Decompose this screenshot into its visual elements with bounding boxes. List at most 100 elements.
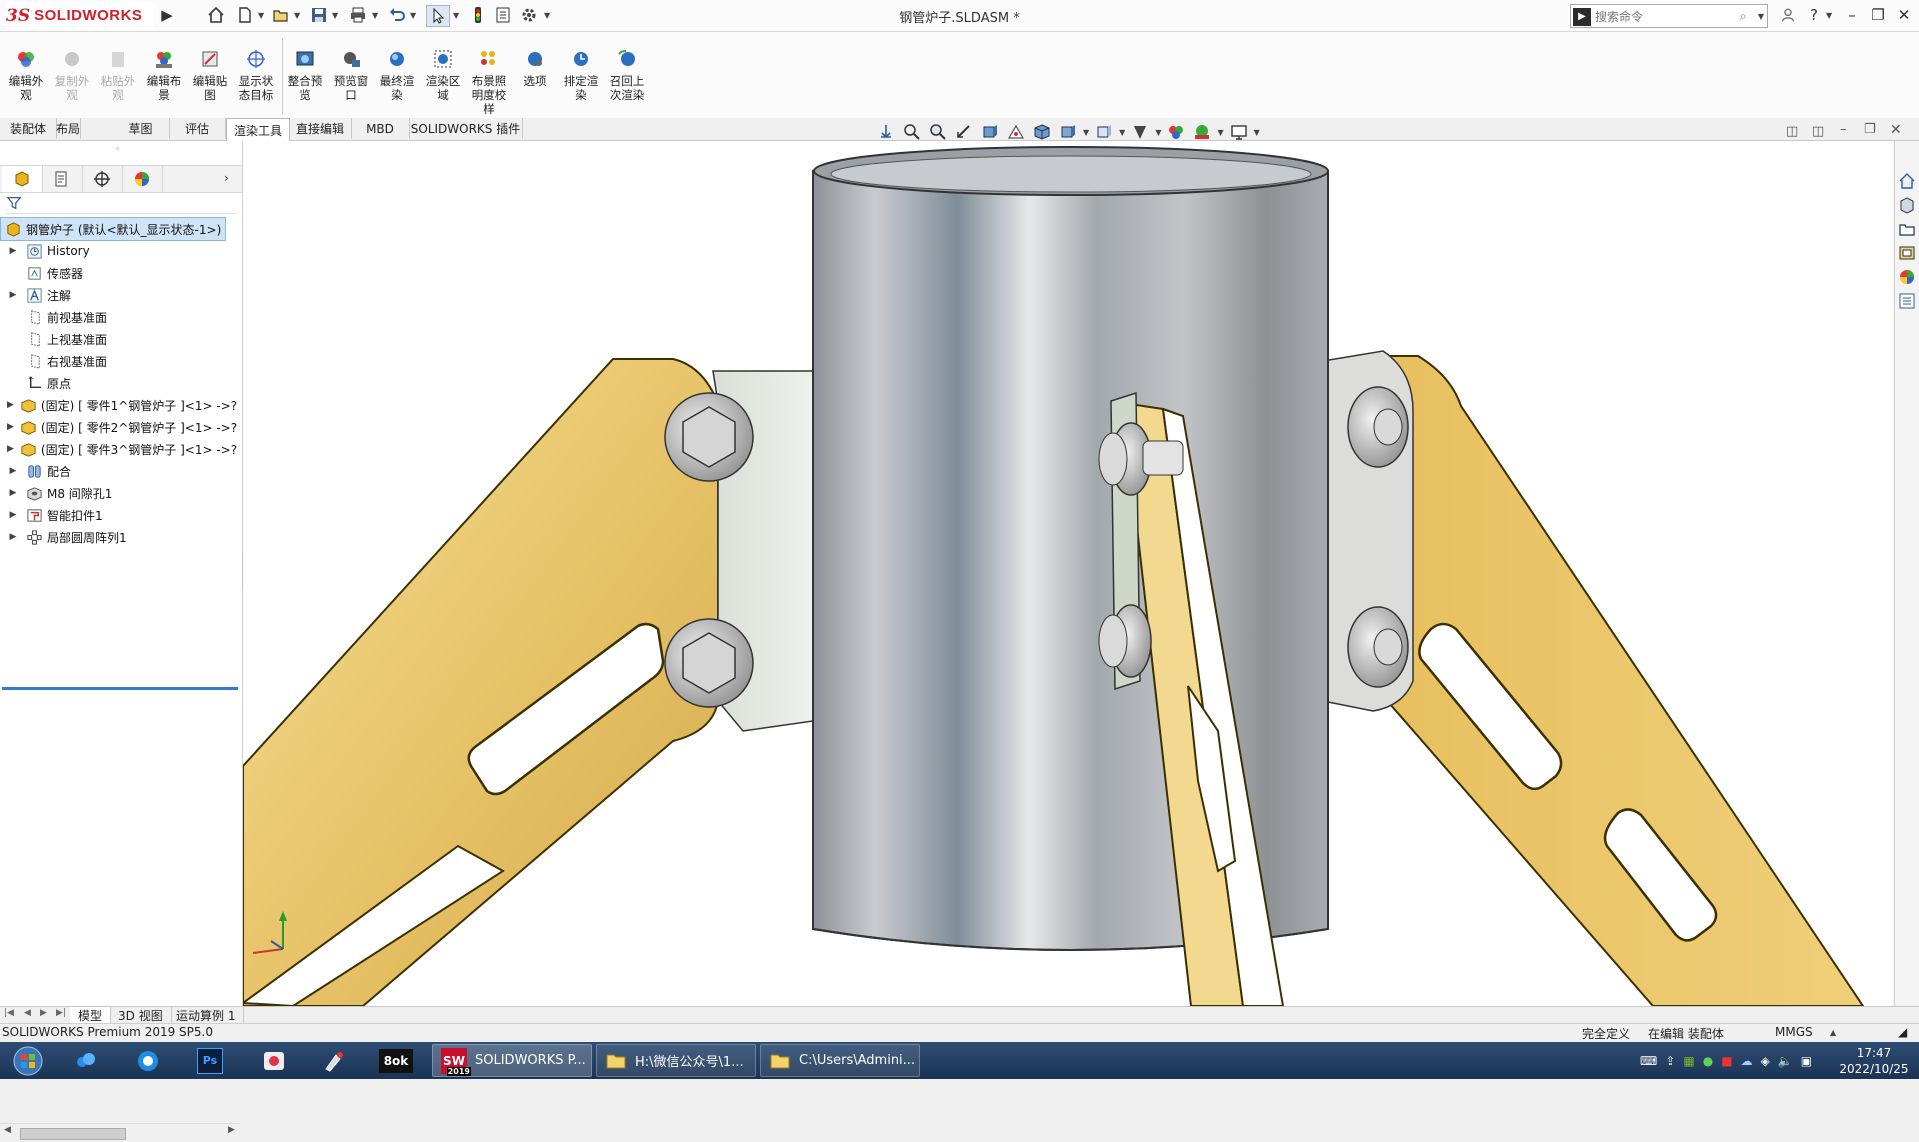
search-dropdown-icon[interactable]: ▼ (1758, 12, 1764, 21)
tab-3d-views[interactable]: 3D 视图 (110, 1007, 172, 1023)
photoshop-app-icon[interactable]: Ps (186, 1044, 234, 1077)
scroll-left-arrow-icon[interactable]: ◀ (4, 1125, 11, 1135)
new-dropdown-icon[interactable]: ▼ (258, 11, 264, 20)
tab-evaluate[interactable]: 评估 (169, 118, 226, 139)
solidworks-resources-home-icon[interactable] (1897, 171, 1917, 191)
tab-direct-editing[interactable]: 直接编辑 (289, 118, 352, 139)
tree-item-part2[interactable]: ▶ (固定) [ 零件2^钢管炉子 ]<1> ->? (0, 416, 237, 438)
minimize-window-button[interactable]: – (1840, 4, 1864, 26)
close-window-button[interactable]: ✕ (1892, 4, 1916, 26)
rebuild-traffic-light-icon[interactable] (467, 5, 489, 25)
copy-appearance-button[interactable]: 复制外观 (50, 48, 94, 102)
scene-icon[interactable] (1191, 122, 1213, 142)
tab-scroll-first-icon[interactable]: |◀ (4, 1008, 14, 1018)
display-manager-tab[interactable] (122, 166, 163, 192)
taskbar-window-solidworks[interactable]: SW 2019 SOLIDWORKS P... (432, 1044, 592, 1077)
graphics-area[interactable] (243, 141, 1893, 1006)
recall-last-render-button[interactable]: 召回上次渲染 (605, 48, 649, 102)
expand-arrow-icon[interactable]: ▶ (7, 532, 19, 542)
network-tray-icon[interactable]: ◈ (1761, 1054, 1770, 1068)
tree-item-part3[interactable]: ▶ (固定) [ 零件3^钢管炉子 ]<1> ->? (0, 438, 237, 460)
tree-item-origin[interactable]: 原点 (0, 372, 236, 394)
rollback-bar[interactable] (2, 687, 238, 690)
scrollbar-thumb[interactable] (20, 1128, 126, 1140)
final-render-button[interactable]: 最终渲染 (375, 48, 419, 102)
taskbar-clock[interactable]: 17:47 2022/10/25 (1834, 1045, 1914, 1077)
volume-tray-icon[interactable]: 🔈 (1778, 1054, 1793, 1068)
tree-item-sensors[interactable]: 传感器 (0, 262, 236, 284)
tree-item-smart-fastener[interactable]: ▶ 智能扣件1 (0, 504, 236, 526)
unit-system-dropdown-icon[interactable]: ▲ (1830, 1028, 1836, 1037)
configuration-manager-tab[interactable] (82, 166, 123, 192)
tab-layout[interactable]: 布局 (56, 118, 82, 139)
tree-item-annotations[interactable]: ▶ 注解 (0, 284, 236, 306)
tree-item-front-plane[interactable]: 前视基准面 (0, 306, 236, 328)
baidu-netdisk-app-icon[interactable] (62, 1044, 110, 1077)
expand-arrow-icon[interactable]: ▶ (7, 466, 19, 476)
section-view-icon[interactable] (979, 122, 1001, 142)
hide-show-items-icon[interactable] (1093, 122, 1115, 142)
color-app-tray-icon[interactable]: ▦ (1683, 1054, 1694, 1068)
tab-solidworks-addins[interactable]: SOLIDWORKS 插件 (409, 118, 523, 139)
options-gear-icon[interactable] (518, 5, 540, 25)
input-method-icon[interactable]: ⇪ (1665, 1054, 1675, 1068)
expand-arrow-icon[interactable]: ▶ (7, 488, 19, 498)
select-pointer-icon[interactable] (426, 5, 450, 27)
render-region-button[interactable]: 渲染区域 (421, 48, 465, 102)
expand-arrow-icon[interactable]: ▶ (7, 290, 19, 300)
dynamic-annotation-views-icon[interactable] (1005, 122, 1027, 142)
tab-motion-study-1[interactable]: 运动算例 1 (168, 1007, 245, 1023)
cloud-sync-tray-icon[interactable]: ☁ (1741, 1054, 1753, 1068)
taskbar-window-folder-wechat[interactable]: H:\微信公众号\1... (596, 1044, 756, 1077)
panel-splitter-handle[interactable]: ◦ (115, 145, 120, 155)
search-magnifier-icon[interactable]: ⌕ (1740, 9, 1758, 24)
solidworks-logo[interactable]: 3S SOLIDWORKS (6, 2, 154, 29)
browser-app-icon[interactable] (124, 1044, 172, 1077)
action-center-tray-icon[interactable]: ▣ (1801, 1054, 1812, 1068)
tab-sketch[interactable]: 草图 (112, 118, 170, 139)
preview-window-button[interactable]: 预览窗口 (329, 48, 373, 102)
design-library-icon[interactable] (1897, 195, 1917, 215)
feature-tree-filter[interactable] (6, 193, 236, 214)
menu-flyout-arrow-icon[interactable]: ▶ (156, 5, 178, 25)
zoom-to-fit-icon[interactable] (901, 122, 923, 142)
custom-properties-icon[interactable] (1897, 291, 1917, 311)
wechat-tray-icon[interactable]: ● (1703, 1054, 1713, 1068)
user-account-icon[interactable] (1776, 4, 1800, 26)
tab-scroll-prev-icon[interactable]: ◀ (24, 1008, 31, 1018)
tree-item-right-plane[interactable]: 右视基准面 (0, 350, 236, 372)
previous-view-icon[interactable] (953, 122, 975, 142)
tab-render-tools[interactable]: 渲染工具 (226, 118, 290, 141)
tree-item-m8-clearance-hole[interactable]: ▶ M8 间隙孔1 (0, 482, 236, 504)
print-icon[interactable] (347, 5, 369, 25)
tree-item-circular-pattern[interactable]: ▶ 局部圆周阵列1 (0, 526, 236, 548)
property-manager-tab[interactable] (42, 166, 83, 192)
undo-dropdown-icon[interactable]: ▼ (410, 11, 416, 20)
search-input[interactable]: 搜索命令 (1595, 8, 1740, 25)
tree-item-top-plane[interactable]: 上视基准面 (0, 328, 236, 350)
viewport-minimize-button[interactable]: – (1840, 122, 1847, 137)
hide-show-dropdown-icon[interactable]: ▼ (1119, 128, 1125, 137)
viewport-split-right-icon[interactable]: ◫ (1812, 124, 1824, 139)
taskbar-window-folder-users[interactable]: C:\Users\Admini... (760, 1044, 920, 1077)
zoom-to-area-icon[interactable] (927, 122, 949, 142)
paste-appearance-button[interactable]: 粘贴外观 (96, 48, 140, 102)
restore-window-button[interactable]: ❐ (1866, 4, 1890, 26)
tree-item-mates[interactable]: ▶ 配合 (0, 460, 236, 482)
render-options-button[interactable]: 选项 (513, 48, 557, 88)
unit-system[interactable]: MMGS (1775, 1025, 1813, 1039)
scene-dropdown-icon[interactable]: ▼ (1217, 128, 1223, 137)
display-style-dropdown-icon[interactable]: ▼ (1083, 128, 1089, 137)
tree-item-history[interactable]: ▶ History (0, 240, 236, 262)
open-dropdown-icon[interactable]: ▼ (294, 11, 300, 20)
tab-mbd[interactable]: MBD (351, 118, 410, 139)
tab-model[interactable]: 模型 (70, 1007, 112, 1023)
file-explorer-icon[interactable] (1897, 219, 1917, 239)
save-icon[interactable] (308, 5, 330, 25)
tree-root-assembly[interactable]: 钢管炉子 (默认<默认_显示状态-1>) (0, 217, 226, 241)
appearances-scenes-decals-icon[interactable] (1897, 267, 1917, 287)
panel-horizontal-scrollbar[interactable]: ◀ ▶ (0, 1123, 240, 1142)
tab-assembly[interactable]: 装配体 (0, 118, 57, 139)
viewport-split-left-icon[interactable]: ◫ (1786, 124, 1798, 139)
help-dropdown-icon[interactable]: ▼ (1826, 11, 1832, 20)
